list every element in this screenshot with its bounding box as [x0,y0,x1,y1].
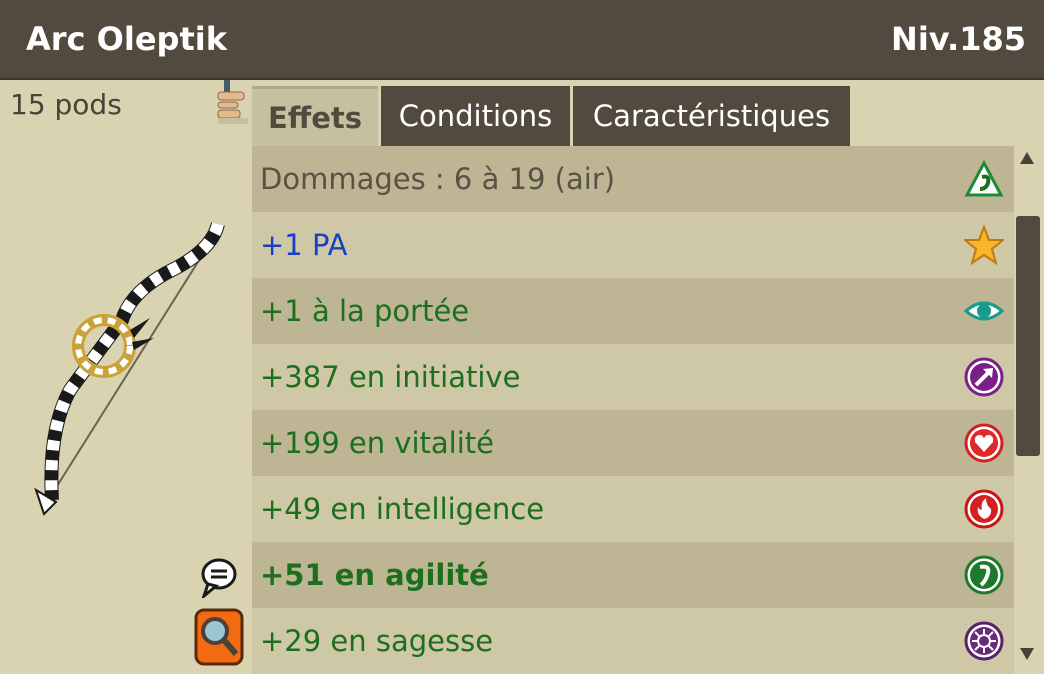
tab-conditions[interactable]: Conditions [378,86,570,146]
scroll-up-arrow-icon[interactable] [1020,152,1034,164]
effect-row-ap: +1 PA [252,212,1014,278]
star-icon [964,225,1004,265]
effect-row-intelligence: +49 en intelligence [252,476,1014,542]
scroll-thumb[interactable] [1016,216,1040,456]
effect-text: +1 à la portée [260,294,470,328]
effect-text: +49 en intelligence [260,492,545,526]
effect-text: +29 en sagesse [260,624,494,658]
scroll-down-arrow-icon[interactable] [1020,648,1034,660]
item-name: Arc Oleptik [26,20,227,58]
fire-icon [964,489,1004,529]
heart-icon [964,423,1004,463]
tab-bar: Effets Conditions Caractéristiques [252,80,1044,146]
effects-list: Dommages : 6 à 19 (air) +1 PA +1 à la po… [252,146,1014,674]
effect-row-agility: +51 en agilité [252,542,1014,608]
item-preview-panel: 15 pods [0,80,252,674]
tab-caracteristiques-label: Caractéristiques [592,99,831,133]
effects-scrollbar[interactable] [1014,146,1044,674]
effect-row-range: +1 à la portée [252,278,1014,344]
effect-text: +1 PA [260,228,348,262]
effect-row-initiative: +387 en initiative [252,344,1014,410]
hand-icon[interactable] [212,80,252,130]
effect-row-vitality: +199 en vitalité [252,410,1014,476]
effect-text: +51 en agilité [260,558,489,592]
effect-text: Dommages : 6 à 19 (air) [260,162,616,196]
tab-effets-label: Effets [267,100,363,135]
air-damage-icon [964,159,1004,197]
effect-row-wisdom: +29 en sagesse [252,608,1014,674]
chat-bubble-icon[interactable] [200,558,238,598]
effect-text: +199 en vitalité [260,426,494,460]
tab-caracteristiques[interactable]: Caractéristiques [570,86,850,146]
tab-conditions-label: Conditions [398,99,553,133]
magnifier-icon[interactable] [194,608,244,666]
effect-text: +387 en initiative [260,360,521,394]
item-header: Arc Oleptik Niv.185 [0,0,1044,80]
tab-effets[interactable]: Effets [252,86,378,146]
item-level: Niv.185 [891,20,1026,58]
wisdom-icon [964,621,1004,661]
item-weight: 15 pods [10,88,122,121]
bow-item-image [34,221,225,516]
initiative-arrow-icon [964,357,1004,397]
effect-row-damage: Dommages : 6 à 19 (air) [252,146,1014,212]
eye-icon [964,301,1004,321]
agility-icon [964,555,1004,595]
item-tooltip-window: Arc Oleptik Niv.185 15 pods Effets Condi… [0,0,1044,674]
